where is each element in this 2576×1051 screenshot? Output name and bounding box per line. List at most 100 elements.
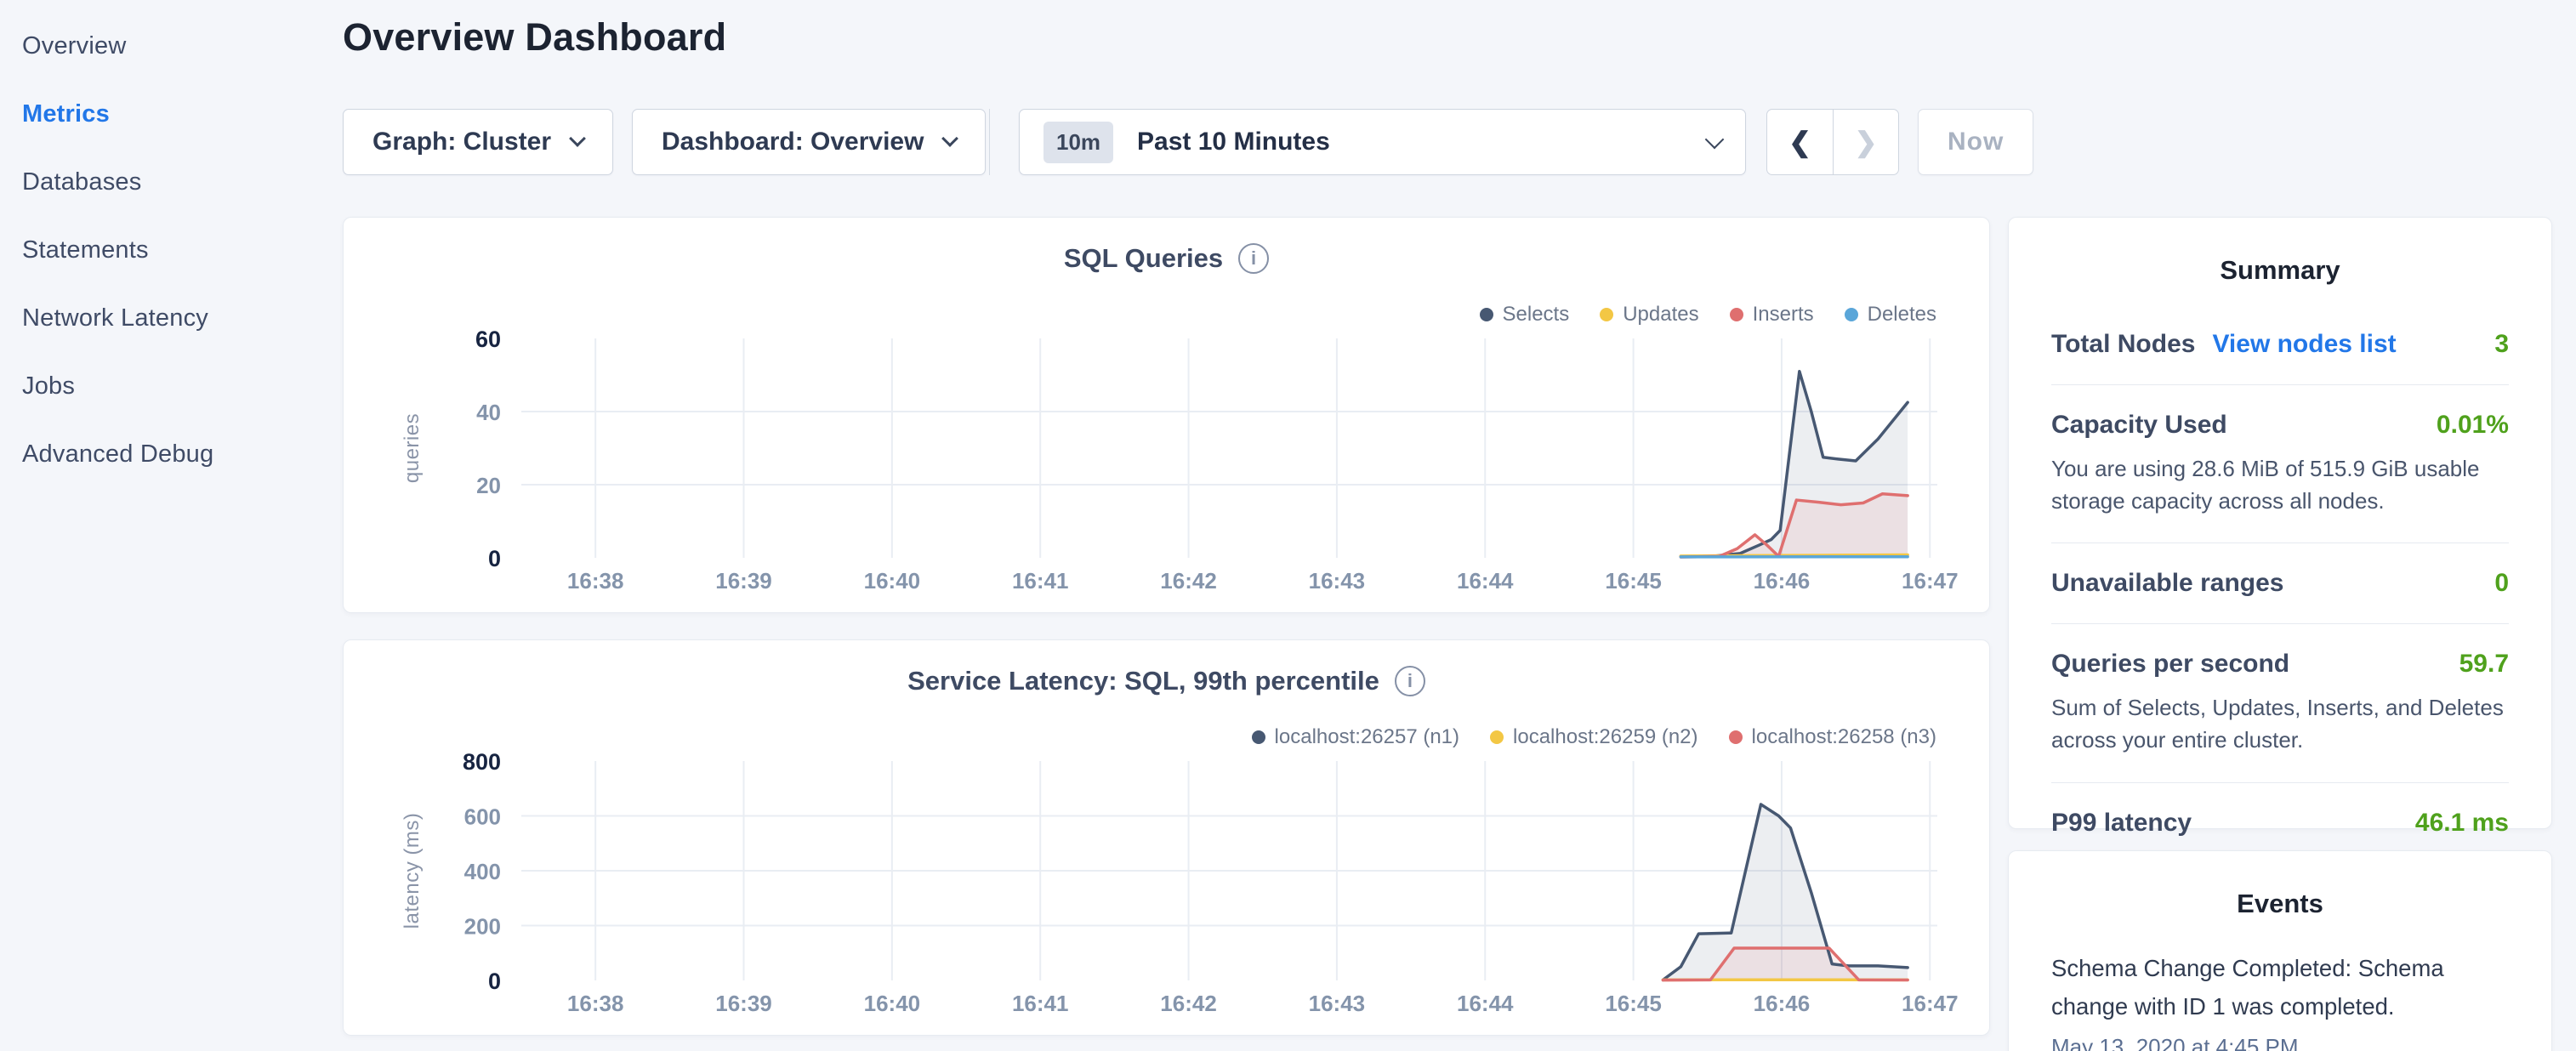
now-button[interactable]: Now xyxy=(1918,109,2033,175)
summary-row-queries-per-second: Queries per second 59.7 xyxy=(2051,650,2509,679)
svg-text:16:40: 16:40 xyxy=(864,991,921,1016)
dashboard-dropdown[interactable]: Dashboard: Overview xyxy=(632,109,986,175)
summary-row-capacity-used: Capacity Used 0.01% xyxy=(2051,411,2509,440)
chart-card-service-latency-sql-99th-percentile: Service Latency: SQL, 99th percentile i lo… xyxy=(343,639,1990,1036)
legend-dot-icon xyxy=(1600,308,1613,321)
svg-text:16:45: 16:45 xyxy=(1605,568,1662,594)
sidebar-item-statements[interactable]: Statements xyxy=(22,216,328,284)
svg-text:200: 200 xyxy=(464,914,501,940)
chart-card-sql-queries: SQL Queries i Selects Updates Inserts Deletes… xyxy=(343,217,1990,613)
graph-dropdown[interactable]: Graph: Cluster xyxy=(343,109,613,175)
legend-item-localhost-26258-n3[interactable]: localhost:26258 (n3) xyxy=(1729,725,1936,749)
svg-text:20: 20 xyxy=(476,473,501,498)
svg-text:16:42: 16:42 xyxy=(1160,991,1217,1016)
legend-item-localhost-26259-n2[interactable]: localhost:26259 (n2) xyxy=(1490,725,1697,749)
svg-text:16:44: 16:44 xyxy=(1457,568,1514,594)
summary-panel: Summary Total Nodes View nodes list 3 Capac… xyxy=(2008,217,2552,829)
summary-row-total-nodes: Total Nodes View nodes list 3 xyxy=(2051,330,2509,359)
summary-description: Sum of Selects, Updates, Inserts, and De… xyxy=(2051,692,2509,756)
summary-value: 3 xyxy=(2494,330,2509,359)
svg-text:16:42: 16:42 xyxy=(1160,568,1217,594)
legend-label: Deletes xyxy=(1868,303,1936,327)
legend-label: Selects xyxy=(1503,303,1570,327)
chart-title: Service Latency: SQL, 99th percentile xyxy=(907,666,1379,696)
chart-plot[interactable]: 16:38 16:39 16:40 16:41 16:42 16:43 16:44 16:45… xyxy=(364,749,1971,1021)
svg-text:16:44: 16:44 xyxy=(1457,991,1514,1016)
info-icon[interactable]: i xyxy=(1395,666,1425,696)
legend-item-updates[interactable]: Updates xyxy=(1600,303,1698,327)
svg-text:16:41: 16:41 xyxy=(1012,568,1069,594)
sidebar: OverviewMetricsDatabasesStatementsNetwor… xyxy=(22,12,328,488)
summary-value: 0 xyxy=(2494,569,2509,598)
legend-label: localhost:26259 (n2) xyxy=(1513,725,1697,749)
chevron-down-icon xyxy=(1705,130,1725,150)
svg-text:16:47: 16:47 xyxy=(1902,568,1959,594)
summary-value: 0.01% xyxy=(2437,411,2509,440)
controls-divider xyxy=(989,109,990,175)
legend-dot-icon xyxy=(1730,308,1743,321)
time-range-selector[interactable]: 10m Past 10 Minutes xyxy=(1019,109,1746,175)
svg-text:16:43: 16:43 xyxy=(1309,568,1366,594)
summary-value: 46.1 ms xyxy=(2415,809,2509,838)
event-item[interactable]: Schema Change Completed: Schema change w… xyxy=(2051,950,2509,1051)
page-title: Overview Dashboard xyxy=(343,15,726,60)
chart-title-row: SQL Queries i xyxy=(344,243,1989,274)
chevron-left-icon: ❮ xyxy=(1788,126,1811,158)
summary-heading: Summary xyxy=(2051,255,2509,286)
chevron-down-icon xyxy=(942,130,959,147)
time-range-badge: 10m xyxy=(1043,122,1113,163)
view-nodes-link[interactable]: View nodes list xyxy=(2212,330,2396,359)
time-step-buttons: ❮ ❯ xyxy=(1766,109,1899,175)
legend-dot-icon xyxy=(1845,308,1858,321)
sidebar-item-metrics[interactable]: Metrics xyxy=(22,80,328,148)
summary-description: You are using 28.6 MiB of 515.9 GiB usab… xyxy=(2051,453,2509,517)
event-text: Schema Change Completed: Schema change w… xyxy=(2051,950,2509,1025)
sidebar-item-overview[interactable]: Overview xyxy=(22,12,328,80)
summary-value: 59.7 xyxy=(2459,650,2509,679)
svg-text:16:46: 16:46 xyxy=(1754,991,1811,1016)
chart-legend: Selects Updates Inserts Deletes xyxy=(1480,303,1937,327)
chart-title: SQL Queries xyxy=(1064,243,1223,274)
time-range-label: Past 10 Minutes xyxy=(1137,128,1330,156)
summary-label: Total Nodes xyxy=(2051,330,2195,359)
svg-text:400: 400 xyxy=(464,859,501,884)
summary-label: Capacity Used xyxy=(2051,411,2227,440)
sidebar-item-jobs[interactable]: Jobs xyxy=(22,352,328,420)
svg-text:16:45: 16:45 xyxy=(1605,991,1662,1016)
chart-plot[interactable]: 16:38 16:39 16:40 16:41 16:42 16:43 16:44 16:45… xyxy=(364,327,1971,599)
summary-row-unavailable-ranges: Unavailable ranges 0 xyxy=(2051,569,2509,598)
event-timestamp: May 13, 2020 at 4:45 PM xyxy=(2051,1034,2509,1051)
svg-text:16:41: 16:41 xyxy=(1012,991,1069,1016)
svg-text:16:38: 16:38 xyxy=(567,991,624,1016)
legend-label: localhost:26257 (n1) xyxy=(1275,725,1459,749)
summary-divider xyxy=(2051,782,2509,783)
svg-text:16:39: 16:39 xyxy=(715,568,772,594)
sidebar-item-databases[interactable]: Databases xyxy=(22,148,328,216)
svg-text:0: 0 xyxy=(488,546,501,571)
next-range-button[interactable]: ❯ xyxy=(1833,110,1898,174)
legend-label: Updates xyxy=(1623,303,1698,327)
summary-divider xyxy=(2051,384,2509,385)
legend-item-selects[interactable]: Selects xyxy=(1480,303,1570,327)
previous-range-button[interactable]: ❮ xyxy=(1767,110,1833,174)
dashboard-dropdown-label: Dashboard: Overview xyxy=(662,128,924,156)
summary-label: Queries per second xyxy=(2051,650,2289,679)
svg-text:16:40: 16:40 xyxy=(864,568,921,594)
svg-text:queries: queries xyxy=(401,413,424,483)
summary-label: Unavailable ranges xyxy=(2051,569,2283,598)
svg-text:16:38: 16:38 xyxy=(567,568,624,594)
svg-text:60: 60 xyxy=(475,327,501,352)
svg-text:800: 800 xyxy=(463,749,501,775)
legend-item-inserts[interactable]: Inserts xyxy=(1730,303,1814,327)
svg-text:0: 0 xyxy=(488,969,501,994)
summary-label: P99 latency xyxy=(2051,809,2192,838)
info-icon[interactable]: i xyxy=(1238,243,1269,274)
svg-text:40: 40 xyxy=(476,400,501,425)
sidebar-item-advanced-debug[interactable]: Advanced Debug xyxy=(22,420,328,488)
chevron-right-icon: ❯ xyxy=(1855,126,1878,158)
svg-text:16:39: 16:39 xyxy=(715,991,772,1016)
svg-text:16:43: 16:43 xyxy=(1309,991,1366,1016)
sidebar-item-network-latency[interactable]: Network Latency xyxy=(22,284,328,352)
legend-item-deletes[interactable]: Deletes xyxy=(1845,303,1936,327)
legend-item-localhost-26257-n1[interactable]: localhost:26257 (n1) xyxy=(1252,725,1459,749)
